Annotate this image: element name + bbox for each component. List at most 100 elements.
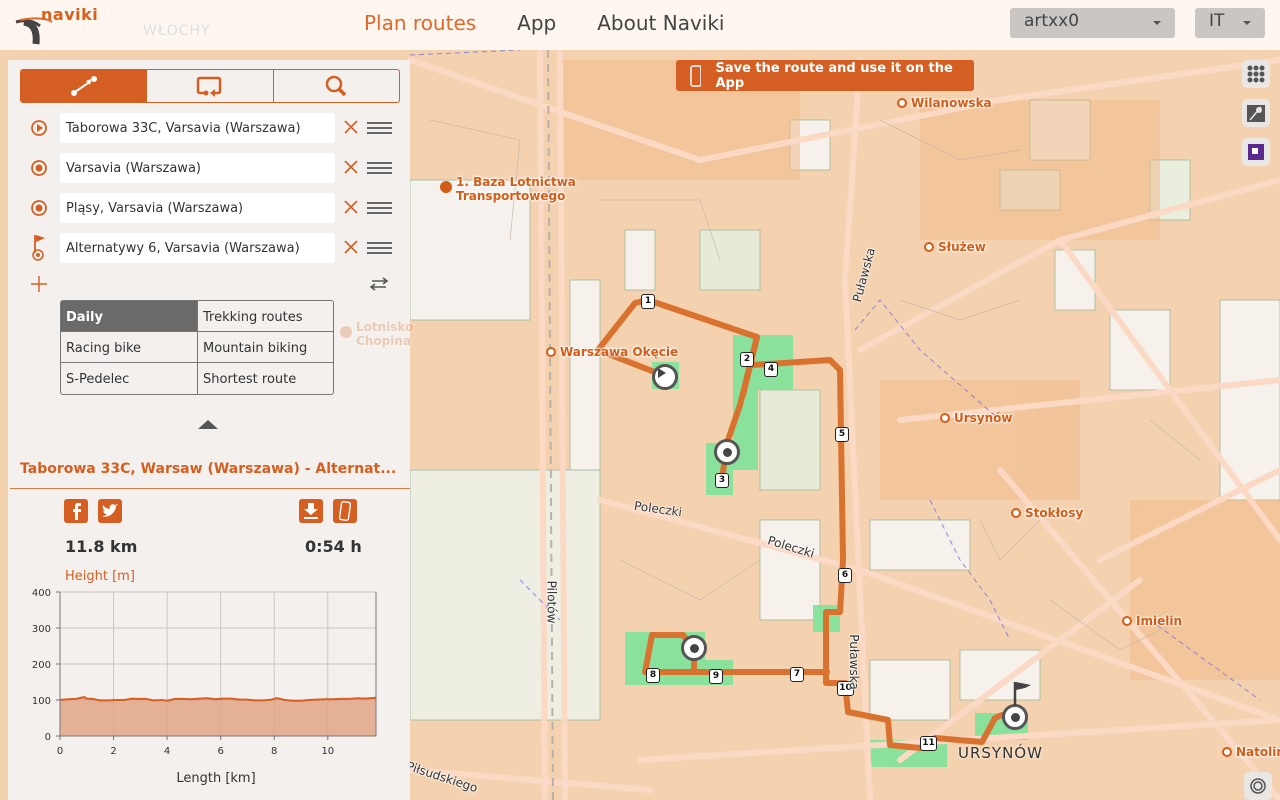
- crosshair-icon: [1250, 778, 1266, 794]
- route-segment-marker[interactable]: 4: [764, 362, 778, 377]
- profile-racing-bike[interactable]: Racing bike: [61, 332, 198, 363]
- x-tick-label: 2: [110, 746, 116, 757]
- y-tick-label: 0: [45, 732, 51, 743]
- district-label: WŁOCHY: [143, 23, 211, 39]
- remove-icon[interactable]: [343, 199, 359, 215]
- destination-marker[interactable]: [1002, 704, 1028, 730]
- route-segment-marker[interactable]: 9: [709, 669, 723, 684]
- flag-icon: [1013, 682, 1031, 706]
- y-tick-label: 400: [32, 588, 51, 599]
- via-marker[interactable]: [681, 635, 707, 661]
- nav-plan-routes[interactable]: Plan routes: [364, 11, 476, 35]
- via-input[interactable]: [60, 153, 335, 183]
- map-layers-button[interactable]: [1242, 99, 1270, 127]
- share-twitter-button[interactable]: [98, 499, 122, 523]
- route-segment-marker[interactable]: 5: [835, 427, 849, 442]
- download-gpx-button[interactable]: [299, 499, 323, 523]
- profile-trekking[interactable]: Trekking routes: [198, 301, 333, 332]
- route-segment-marker[interactable]: 3: [715, 473, 729, 488]
- facebook-icon: [73, 503, 81, 520]
- y-tick-label: 300: [32, 624, 51, 635]
- x-tick-label: 8: [271, 746, 277, 757]
- start-marker[interactable]: [652, 364, 678, 390]
- overlay-icon: [1248, 144, 1264, 160]
- locate-button[interactable]: [1244, 772, 1272, 800]
- route-distance: 11.8 km: [65, 537, 138, 556]
- route-segment-marker[interactable]: 6: [838, 568, 852, 583]
- route-planner-panel: Daily Trekking routes Racing bike Mounta…: [8, 60, 413, 440]
- overlay-button[interactable]: [1242, 138, 1270, 166]
- place-label[interactable]: Imielin: [1122, 614, 1182, 628]
- via-icon: [31, 160, 47, 176]
- add-waypoint-icon[interactable]: [30, 275, 48, 293]
- street-label: Puławska: [846, 634, 861, 690]
- via-icon: [31, 200, 47, 216]
- naviki-logo[interactable]: naviki: [14, 4, 98, 45]
- remove-icon[interactable]: [343, 119, 359, 135]
- route-segment-marker[interactable]: 2: [740, 352, 754, 367]
- play-icon: [658, 368, 666, 378]
- tab-route-ab[interactable]: [21, 70, 148, 102]
- smartphone-icon: [690, 64, 702, 87]
- route-info-panel: Taborowa 33C, Warsaw (Warszawa) - Altern…: [8, 440, 410, 800]
- x-tick-label: 4: [164, 746, 170, 757]
- round-trip-icon: [196, 76, 222, 97]
- drag-handle-icon[interactable]: [367, 202, 392, 214]
- place-label[interactable]: Wilanowska: [897, 96, 992, 110]
- via-marker[interactable]: [714, 439, 740, 465]
- language-dropdown[interactable]: IT: [1195, 8, 1265, 38]
- top-bar: WŁOCHY naviki Plan routes App About Navi…: [0, 0, 1280, 50]
- profile-daily[interactable]: Daily: [61, 301, 198, 332]
- route-duration: 0:54 h: [305, 537, 362, 556]
- place-label: Lotnisko Chopina: [340, 320, 413, 348]
- tab-search[interactable]: [274, 70, 399, 102]
- divider: [10, 488, 410, 489]
- apps-grid-button[interactable]: [1242, 60, 1270, 88]
- y-tick-label: 200: [32, 660, 51, 671]
- profile-shortest[interactable]: Shortest route: [198, 363, 333, 394]
- chevron-down-icon: [1153, 21, 1161, 25]
- route-segment-marker[interactable]: 1: [641, 294, 655, 309]
- save-to-app-button[interactable]: Save the route and use it on the App: [676, 60, 974, 91]
- destination-input[interactable]: [60, 233, 335, 263]
- drag-handle-icon[interactable]: [367, 242, 392, 254]
- remove-icon[interactable]: [343, 239, 359, 255]
- collapse-panel-icon[interactable]: [198, 420, 218, 429]
- twitter-icon: [102, 504, 118, 517]
- route-title: Taborowa 33C, Warsaw (Warszawa) - Altern…: [20, 461, 397, 477]
- waypoint-row: [30, 233, 402, 263]
- drag-handle-icon[interactable]: [367, 162, 392, 174]
- via-input[interactable]: [60, 193, 335, 223]
- place-label[interactable]: Warszawa Okęcie: [546, 345, 678, 359]
- profile-s-pedelec[interactable]: S-Pedelec: [61, 363, 198, 394]
- start-input[interactable]: [60, 113, 335, 143]
- download-icon: [304, 503, 318, 519]
- swap-icon[interactable]: [368, 275, 390, 293]
- user-dropdown[interactable]: artxx0: [1010, 8, 1175, 38]
- profile-mountain-biking[interactable]: Mountain biking: [198, 332, 333, 363]
- main-nav: Plan routes App About Naviki: [364, 11, 725, 35]
- place-label[interactable]: Służew: [924, 240, 986, 254]
- map-pin-icon: [1247, 105, 1265, 122]
- place-label[interactable]: Natolin: [1222, 745, 1280, 759]
- elevation-chart[interactable]: 0 100 200 300 400 0 2 4 6 8 10 Length [km]: [8, 585, 410, 800]
- drag-handle-icon[interactable]: [367, 122, 392, 134]
- route-segment-marker[interactable]: 8: [646, 668, 660, 683]
- send-to-app-button[interactable]: [333, 499, 357, 523]
- nav-about[interactable]: About Naviki: [597, 11, 724, 35]
- chevron-down-icon: [1243, 21, 1251, 25]
- route-ab-icon: [70, 76, 97, 96]
- nav-app[interactable]: App: [517, 11, 556, 35]
- grid-icon: [1247, 65, 1265, 83]
- destination-flag-icon: [32, 235, 45, 261]
- place-label[interactable]: Ursynów: [940, 411, 1013, 425]
- remove-icon[interactable]: [343, 159, 359, 175]
- place-label[interactable]: 1. Baza Lotnictwa Transportowego: [440, 175, 600, 203]
- tab-round-trip[interactable]: [147, 70, 274, 102]
- route-segment-marker[interactable]: 7: [790, 667, 804, 682]
- share-facebook-button[interactable]: [64, 499, 88, 523]
- place-label[interactable]: Stokłosy: [1011, 506, 1083, 520]
- waypoint-row: [30, 113, 402, 143]
- elevation-area: [60, 697, 376, 736]
- route-segment-marker[interactable]: 11: [920, 736, 937, 751]
